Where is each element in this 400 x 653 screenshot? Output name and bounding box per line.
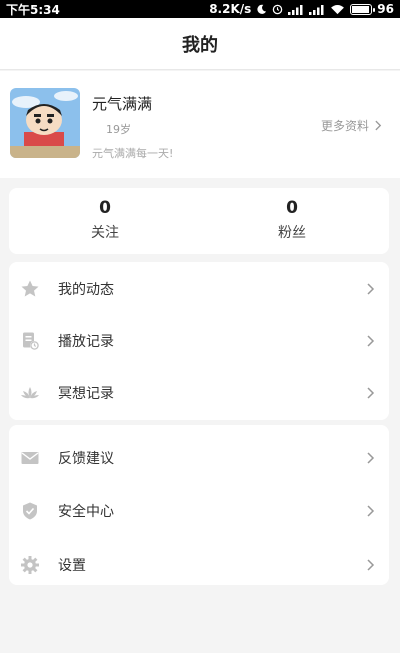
menu-item-label: 安全中心 — [58, 504, 114, 520]
alarm-icon — [273, 4, 283, 14]
chevron-right-icon — [367, 335, 375, 347]
followers-label: 粉丝 — [278, 225, 306, 241]
menu-item-label: 设置 — [58, 558, 86, 574]
star-icon — [21, 280, 39, 297]
status-time: 下午5:34 — [6, 2, 60, 17]
stats-card: 0 关注 0 粉丝 — [9, 188, 389, 254]
menu-item-feedback[interactable]: 反馈建议 — [9, 431, 389, 485]
network-speed: 8.2K/s — [209, 2, 252, 16]
menu-item-label: 反馈建议 — [58, 451, 114, 467]
avatar-image — [10, 88, 80, 158]
menu-group-2: 反馈建议 安全中心 设置 — [9, 425, 389, 585]
profile-card[interactable]: 元气满满 19岁 元气满满每一天! 更多资料 — [0, 71, 400, 178]
avatar[interactable] — [10, 88, 80, 158]
wifi-icon — [331, 4, 345, 14]
history-icon — [23, 332, 39, 350]
profile-age: 19岁 — [106, 123, 131, 136]
signal-hd-icon — [288, 4, 303, 15]
shield-icon — [23, 502, 37, 520]
followers-count: 0 — [286, 198, 298, 218]
menu-item-play-history[interactable]: 播放记录 — [9, 314, 389, 368]
page-title: 我的 — [182, 34, 218, 56]
mail-icon — [21, 452, 39, 464]
signal-icon — [309, 4, 324, 15]
following-label: 关注 — [91, 225, 119, 241]
menu-item-my-posts[interactable]: 我的动态 — [9, 262, 389, 316]
following-count: 0 — [99, 198, 111, 218]
menu-group-1: 我的动态 播放记录 冥想记录 — [9, 262, 389, 420]
status-icons: 8.2K/s 96 — [209, 2, 394, 16]
profile-bio: 元气满满每一天! — [92, 147, 174, 160]
status-bar: 下午5:34 8.2K/s 96 — [0, 0, 400, 18]
menu-item-meditation-history[interactable]: 冥想记录 — [9, 366, 389, 420]
menu-item-label: 冥想记录 — [58, 386, 114, 402]
chevron-right-icon — [375, 120, 382, 131]
menu-item-security-center[interactable]: 安全中心 — [9, 484, 389, 538]
more-profile-label: 更多资料 — [320, 119, 369, 133]
gear-icon — [21, 556, 39, 574]
chevron-right-icon — [367, 387, 375, 399]
profile-name: 元气满满 — [92, 95, 153, 113]
menu-item-label: 播放记录 — [58, 334, 114, 350]
followers-stat[interactable]: 0 粉丝 — [232, 198, 352, 242]
chevron-right-icon — [367, 559, 375, 571]
moon-icon — [257, 4, 267, 14]
menu-item-settings[interactable]: 设置 — [9, 538, 389, 592]
chevron-right-icon — [367, 505, 375, 517]
more-profile-link[interactable]: 更多资料 — [321, 117, 382, 134]
chevron-right-icon — [367, 283, 375, 295]
chevron-right-icon — [367, 452, 375, 464]
lotus-icon — [21, 387, 39, 399]
battery-percent: 96 — [377, 2, 394, 16]
menu-item-label: 我的动态 — [58, 282, 114, 298]
following-stat[interactable]: 0 关注 — [45, 198, 165, 242]
battery-icon — [350, 3, 376, 15]
page-header: 我的 — [0, 18, 400, 70]
